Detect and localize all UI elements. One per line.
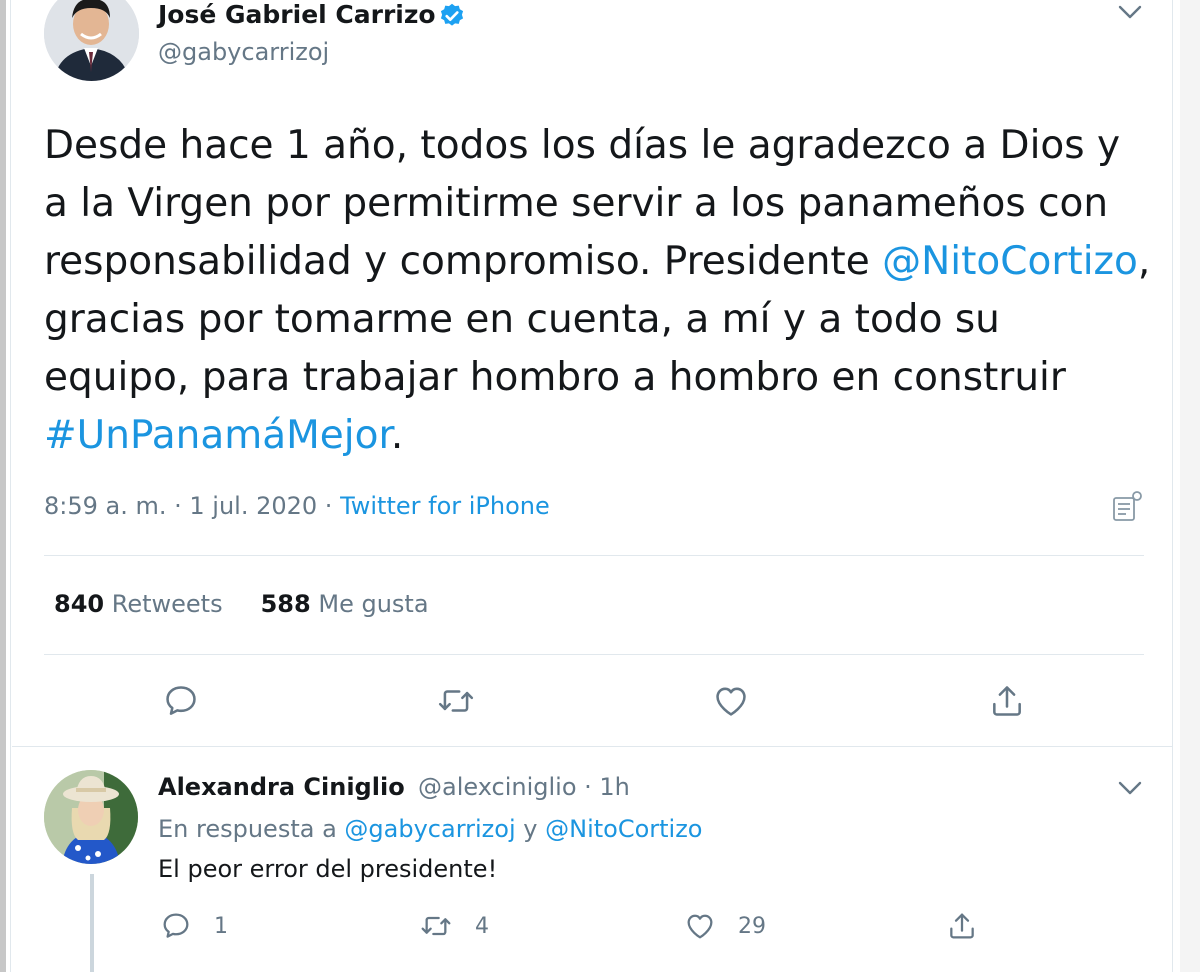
reply-replies-count: 1 (214, 914, 228, 939)
timeline-border-right (1172, 0, 1173, 972)
likes-count: 588 (260, 590, 311, 618)
author-name[interactable]: José Gabriel Carrizo (158, 0, 436, 29)
tweet-text: Desde hace 1 año, todos los días le agra… (44, 117, 1154, 465)
divider (44, 555, 1144, 556)
mention-link[interactable]: @NitoCortizo (882, 239, 1138, 284)
retweets-count: 840 (54, 590, 105, 618)
likes-stat[interactable]: 588 Me gusta (261, 590, 429, 618)
retweet-icon[interactable] (420, 910, 452, 942)
replying-to-conjunction: y (515, 815, 546, 843)
tweet-time[interactable]: 8:59 a. m. (44, 492, 167, 520)
replying-to-prefix: En respuesta a (158, 815, 345, 843)
reply-author-name[interactable]: Alexandra Ciniglio (158, 773, 405, 801)
verified-badge-icon (440, 3, 464, 26)
reply-icon[interactable] (160, 910, 192, 942)
thread-connector-line (90, 874, 94, 972)
author-avatar[interactable] (44, 0, 139, 81)
replying-to-user-link[interactable]: @NitoCortizo (545, 815, 702, 843)
share-icon[interactable] (988, 682, 1026, 720)
reply-author-handle[interactable]: @alexciniglio (418, 773, 577, 801)
reply-author-meta: @alexciniglio · 1h (418, 773, 630, 801)
tweet-date[interactable]: 1 jul. 2020 (189, 492, 317, 520)
reply-author-avatar[interactable] (44, 770, 138, 864)
hashtag-link[interactable]: #UnPanamáMejor (44, 413, 391, 458)
share-icon[interactable] (946, 910, 978, 942)
author-handle[interactable]: @gabycarrizoj (158, 38, 329, 66)
divider (44, 654, 1144, 655)
likes-label: Me gusta (318, 590, 429, 618)
meta-separator: · (317, 492, 341, 520)
chevron-down-icon[interactable] (1116, 778, 1144, 798)
tweet-metadata: 8:59 a. m. · 1 jul. 2020 · Twitter for i… (44, 492, 550, 520)
window-frame-left (0, 0, 6, 972)
replying-to-line: En respuesta a @gabycarrizoj y @NitoCort… (158, 815, 703, 843)
heart-icon[interactable] (712, 682, 750, 720)
replying-to-user-link[interactable]: @gabycarrizoj (344, 815, 515, 843)
heart-icon[interactable] (684, 910, 716, 942)
timeline-border-left (10, 0, 11, 972)
retweet-icon[interactable] (437, 682, 475, 720)
reply-retweets-count: 4 (475, 914, 489, 939)
tweet-text-segment: . (390, 413, 404, 458)
window-frame-right (1180, 0, 1200, 972)
reply-text: El peor error del presidente! (158, 855, 498, 883)
reply-time[interactable]: · 1h (577, 773, 630, 801)
tweet-source-link[interactable]: Twitter for iPhone (340, 492, 550, 520)
reply-likes-count: 29 (738, 914, 766, 939)
divider (12, 746, 1172, 747)
retweets-stat[interactable]: 840 Retweets (54, 590, 223, 618)
tweet-stats: 840 Retweets 588 Me gusta (54, 590, 429, 618)
meta-separator: · (166, 492, 190, 520)
chevron-down-icon[interactable] (1116, 2, 1144, 22)
reply-icon[interactable] (162, 682, 200, 720)
retweets-label: Retweets (111, 590, 223, 618)
analytics-icon[interactable] (1110, 490, 1144, 524)
